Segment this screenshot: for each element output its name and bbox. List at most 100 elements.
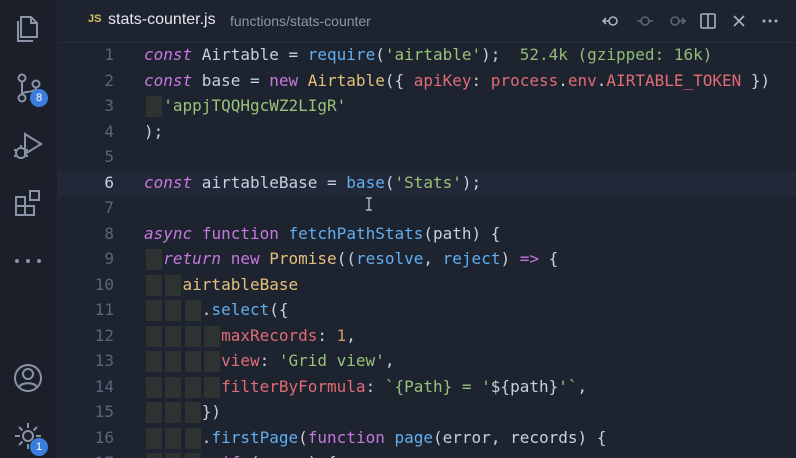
code-editor[interactable]: 1 const Airtable = require('airtable'); 5… bbox=[57, 42, 796, 458]
code-line[interactable]: 15 }) bbox=[57, 400, 796, 426]
code-line[interactable]: 10 airtableBase bbox=[57, 273, 796, 299]
code-token: Airtable bbox=[307, 70, 385, 90]
code-token: = bbox=[327, 172, 347, 192]
javascript-file-icon: JS bbox=[88, 13, 102, 25]
dot-icon[interactable] bbox=[635, 11, 655, 31]
code-token: const bbox=[144, 70, 193, 90]
code-token: select bbox=[211, 300, 270, 319]
split-editor-icon[interactable] bbox=[698, 11, 718, 31]
code-token: }) bbox=[741, 70, 771, 90]
tab-file-path: functions/stats-counter bbox=[230, 13, 371, 29]
code-token: { bbox=[538, 249, 559, 268]
code-line[interactable]: 14 filterByFormula: `{Path} = '${path}'`… bbox=[57, 375, 796, 401]
line-number: 16 bbox=[94, 427, 114, 447]
code-token: '` bbox=[558, 376, 578, 396]
code-token: (path) { bbox=[423, 223, 501, 243]
code-text: .firstPage(function page(error, records)… bbox=[144, 427, 607, 447]
line-number: 4 bbox=[104, 121, 114, 141]
code-text: maxRecords: 1, bbox=[144, 326, 356, 345]
code-line[interactable]: 5 bbox=[57, 145, 796, 171]
code-line[interactable]: 16 .firstPage(function page(error, recor… bbox=[57, 426, 796, 452]
account-icon[interactable] bbox=[10, 360, 46, 396]
code-line[interactable]: 13 view: 'Grid view', bbox=[57, 349, 796, 375]
more-icon[interactable] bbox=[12, 251, 44, 271]
code-text: .select({ bbox=[144, 300, 289, 319]
line-number: 5 bbox=[104, 147, 114, 166]
code-token: ( bbox=[298, 427, 308, 447]
settings-badge: 1 bbox=[30, 438, 48, 456]
code-token: , bbox=[577, 376, 588, 396]
files-icon[interactable] bbox=[10, 10, 46, 46]
code-token: : bbox=[259, 351, 279, 370]
code-token: 52.4k (gzipped: 16k) bbox=[500, 45, 713, 64]
code-token: = bbox=[249, 70, 270, 90]
code-token: . bbox=[144, 427, 212, 447]
go-forward-icon[interactable] bbox=[667, 11, 687, 31]
code-token: = bbox=[288, 45, 308, 64]
code-text: 'appjTQQHgcWZ2LIgR' bbox=[144, 96, 346, 115]
code-line[interactable]: 8 async function fetchPathStats(path) { bbox=[57, 222, 796, 248]
code-line[interactable]: 12 maxRecords: 1, bbox=[57, 324, 796, 350]
code-text: const Airtable = require('airtable'); 52… bbox=[144, 45, 712, 64]
code-token: ( bbox=[375, 45, 385, 64]
code-token: env bbox=[567, 70, 597, 90]
code-token: 'airtable' bbox=[384, 45, 482, 64]
code-line[interactable]: 9 return new Promise((resolve, reject) =… bbox=[57, 247, 796, 273]
code-token: ); bbox=[461, 172, 482, 192]
code-text: if (error) { bbox=[144, 453, 337, 458]
text-cursor-icon bbox=[366, 197, 372, 211]
code-token: : bbox=[365, 376, 385, 396]
code-token: firstPage bbox=[211, 427, 299, 447]
code-token: filterByFormula bbox=[221, 376, 366, 396]
code-token: airtableBase bbox=[182, 274, 299, 294]
code-line[interactable]: 17 if (error) { bbox=[57, 451, 796, 458]
code-line[interactable]: 7 bbox=[57, 196, 796, 222]
code-line[interactable]: 3 'appjTQQHgcWZ2LIgR' bbox=[57, 94, 796, 120]
code-token: new bbox=[269, 70, 308, 90]
code-token: base bbox=[346, 172, 385, 192]
extensions-icon[interactable] bbox=[10, 186, 46, 222]
more-actions-icon[interactable] bbox=[760, 11, 780, 31]
code-token: page bbox=[394, 427, 434, 447]
code-token: ({ bbox=[384, 70, 414, 90]
code-line[interactable]: 6 const airtableBase = base('Stats'); bbox=[57, 170, 796, 196]
code-token: Airtable bbox=[192, 45, 289, 64]
code-text: view: 'Grid view', bbox=[144, 351, 394, 370]
code-token: reject bbox=[442, 249, 501, 268]
code-token: function bbox=[201, 223, 279, 243]
code-line[interactable]: 11 .select({ bbox=[57, 298, 796, 324]
code-text: }) bbox=[144, 402, 221, 421]
code-line[interactable]: 2 const base = new Airtable({ apiKey: pro… bbox=[57, 69, 796, 95]
activity-bar: 8 1 bbox=[0, 0, 58, 458]
code-token: async bbox=[144, 223, 193, 243]
line-number: 11 bbox=[94, 300, 114, 319]
code-token: . bbox=[144, 300, 212, 319]
code-token: base bbox=[192, 70, 250, 90]
line-number: 17 bbox=[57, 453, 114, 458]
code-line[interactable]: 4); bbox=[57, 120, 796, 146]
code-token: }) bbox=[144, 402, 222, 421]
code-token: airtableBase bbox=[192, 172, 328, 192]
code-text: return new Promise((resolve, reject) => … bbox=[144, 249, 558, 268]
go-back-icon[interactable] bbox=[601, 11, 621, 31]
code-token: maxRecords bbox=[221, 325, 318, 345]
line-number: 6 bbox=[104, 172, 114, 192]
close-icon[interactable] bbox=[729, 11, 749, 31]
code-text: filterByFormula: `{Path} = '${path}'`, bbox=[144, 377, 587, 396]
line-number: 1 bbox=[104, 45, 114, 64]
line-number: 14 bbox=[94, 376, 114, 396]
run-debug-icon[interactable] bbox=[10, 128, 46, 164]
code-token: Promise bbox=[269, 249, 337, 268]
code-text: const airtableBase = base('Stats'); bbox=[144, 173, 481, 192]
tab-file-name[interactable]: stats-counter.js bbox=[108, 11, 216, 29]
code-token: const bbox=[144, 172, 193, 192]
code-line[interactable]: 1 const Airtable = require('airtable'); 5… bbox=[57, 43, 796, 69]
code-text: async function fetchPathStats(path) { bbox=[144, 224, 500, 243]
